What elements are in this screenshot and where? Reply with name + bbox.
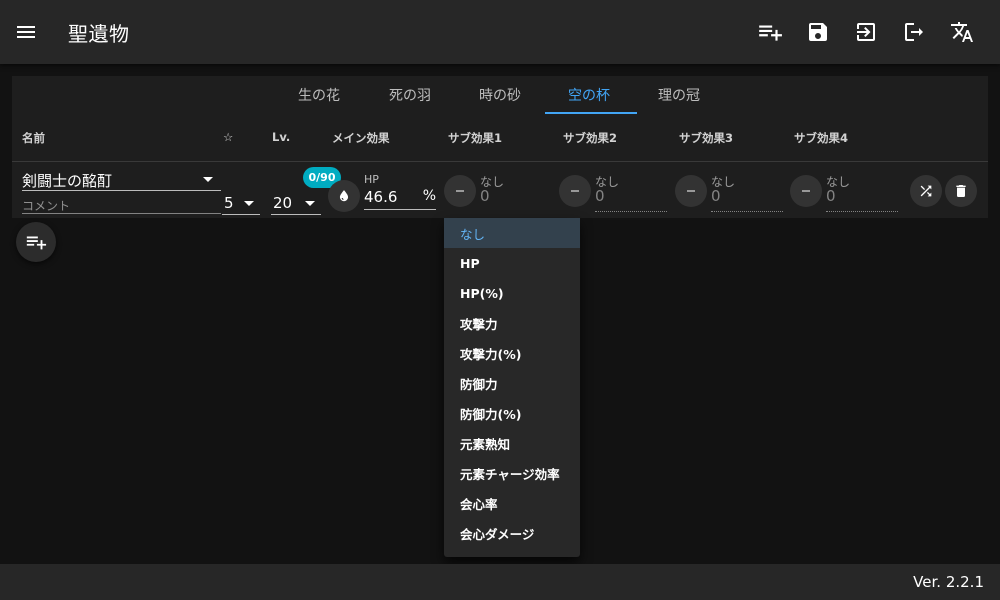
- shuffle-icon: [920, 185, 932, 197]
- menu-item[interactable]: 防御力: [444, 368, 580, 398]
- menu-item[interactable]: 元素熟知: [444, 428, 580, 458]
- column-name: 名前: [22, 131, 45, 145]
- translate-icon[interactable]: [948, 18, 976, 46]
- level-value: 20: [273, 194, 293, 212]
- comment-field[interactable]: [22, 195, 221, 214]
- menu-item[interactable]: 会心率: [444, 488, 580, 518]
- column-sub4: サブ効果4: [794, 131, 849, 145]
- minus-icon: [456, 190, 464, 192]
- sub2-value[interactable]: 0: [595, 187, 667, 212]
- footer: Ver. 2.2.1: [0, 564, 1000, 600]
- sub4-value[interactable]: 0: [826, 187, 898, 212]
- menu-item[interactable]: 攻撃力(%): [444, 338, 580, 368]
- menu-icon[interactable]: [14, 20, 38, 44]
- minus-icon: [571, 190, 579, 192]
- add-artifact-button[interactable]: [16, 222, 56, 262]
- level-select[interactable]: 20: [271, 191, 321, 215]
- version-label: Ver. 2.2.1: [913, 573, 984, 591]
- main-stat-field[interactable]: 46.6 %: [364, 186, 436, 210]
- trash-icon: [956, 185, 966, 197]
- tab-circlet[interactable]: 理の冠: [633, 76, 725, 114]
- minus-icon: [802, 190, 810, 192]
- chevron-down-icon: [203, 177, 213, 182]
- column-sub2: サブ効果2: [563, 131, 618, 145]
- tab-flower[interactable]: 生の花: [273, 76, 365, 114]
- water-drop-icon: [339, 190, 349, 202]
- chevron-down-icon: [244, 201, 254, 206]
- column-level: Lv.: [272, 130, 291, 144]
- chevron-down-icon: [305, 201, 315, 206]
- shuffle-button[interactable]: [910, 175, 942, 207]
- main-stat-unit: %: [422, 188, 436, 204]
- substat-dropdown-menu: なし HP HP(%) 攻撃力 攻撃力(%) 防御力 防御力(%) 元素熟知 元…: [444, 218, 580, 557]
- minus-icon: [687, 190, 695, 192]
- artifact-name: 剣闘士の酩酊: [22, 172, 113, 190]
- tab-goblet[interactable]: 空の杯: [543, 76, 635, 114]
- app-bar: 聖遺物: [0, 0, 1000, 64]
- menu-item[interactable]: 攻撃力: [444, 308, 580, 338]
- column-sub1: サブ効果1: [448, 131, 503, 145]
- menu-item[interactable]: 会心ダメージ: [444, 518, 580, 548]
- column-main-stat: メイン効果: [332, 131, 390, 145]
- export-icon[interactable]: [900, 18, 928, 46]
- sub3-value[interactable]: 0: [711, 187, 783, 212]
- tab-plume[interactable]: 死の羽: [364, 76, 456, 114]
- delete-button[interactable]: [945, 175, 977, 207]
- import-icon[interactable]: [852, 18, 880, 46]
- slot-tabs: 生の花 死の羽 時の砂 空の杯 理の冠: [12, 76, 988, 114]
- menu-item[interactable]: HP(%): [444, 278, 580, 308]
- rarity-select[interactable]: 5: [222, 191, 260, 215]
- sub1-value[interactable]: 0: [480, 187, 552, 212]
- menu-item[interactable]: 元素チャージ効率: [444, 458, 580, 488]
- column-sub3: サブ効果3: [679, 131, 734, 145]
- sub1-remove-button[interactable]: [444, 175, 476, 207]
- main-stat-label: HP: [364, 173, 379, 186]
- element-drop-button[interactable]: [328, 180, 360, 212]
- add-list-icon[interactable]: [756, 18, 784, 46]
- rarity-value: 5: [224, 194, 234, 212]
- save-icon[interactable]: [804, 18, 832, 46]
- sub3-remove-button[interactable]: [675, 175, 707, 207]
- table-header: 名前 ☆ Lv. メイン効果 サブ効果1 サブ効果2 サブ効果3 サブ効果4: [12, 114, 988, 162]
- menu-item[interactable]: 防御力(%): [444, 398, 580, 428]
- add-list-icon: [26, 236, 47, 250]
- artifact-name-select[interactable]: 剣闘士の酩酊: [22, 169, 221, 191]
- comment-input[interactable]: [22, 199, 221, 213]
- menu-item[interactable]: なし: [444, 218, 580, 248]
- main-stat-value: 46.6: [364, 188, 398, 206]
- sub2-remove-button[interactable]: [559, 175, 591, 207]
- tab-sands[interactable]: 時の砂: [454, 76, 546, 114]
- page-title: 聖遺物: [68, 22, 130, 46]
- column-star: ☆: [223, 130, 234, 144]
- menu-item[interactable]: HP: [444, 248, 580, 278]
- sub4-remove-button[interactable]: [790, 175, 822, 207]
